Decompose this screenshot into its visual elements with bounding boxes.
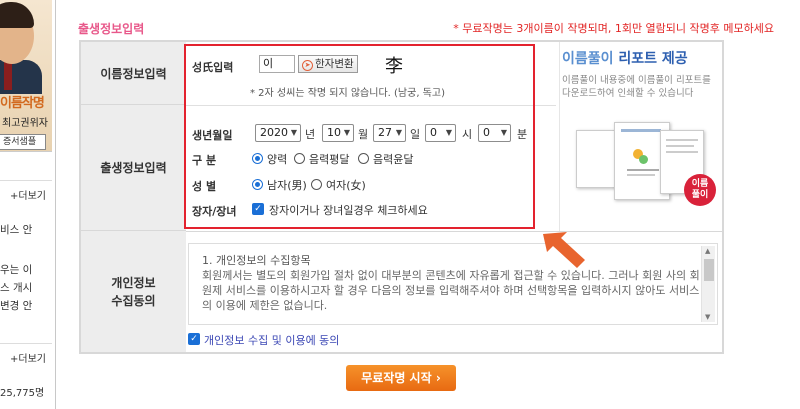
- report-line: [627, 169, 659, 171]
- banner-subtitle: 최고권위자: [2, 118, 48, 129]
- free-naming-start-button[interactable]: 무료작명 시작 ›: [346, 365, 456, 391]
- privacy-terms-box[interactable]: 1. 개인정보의 수집항목 회원께서는 별도의 회원가입 절차 없이 대부분의 …: [188, 243, 718, 325]
- section-title: 출생정보입력: [78, 22, 145, 36]
- banner-title: 이름작명: [0, 96, 45, 111]
- report-promo: 이름풀이 리포트 제공 이름풀이 내용중에 이름풀이 리포트를 다운로드하여 인…: [562, 46, 720, 226]
- banner-portrait-tie: [4, 62, 12, 90]
- privacy-consent-label: 개인정보 수집동의: [81, 231, 186, 352]
- visitor-count: 25,775명: [0, 388, 45, 399]
- sidebar-section-1-more-link[interactable]: +더보기: [10, 187, 46, 202]
- promo-description: 이름풀이 내용중에 이름풀이 리포트를 다운로드하여 인쇄할 수 있습니다: [562, 75, 711, 99]
- promo-title-light: 이름풀이: [562, 51, 614, 67]
- main-content: 출생정보입력 * 무료작명는 3개이름이 작명되며, 1회만 열람되니 작명후 …: [57, 0, 800, 409]
- column-divider: [559, 42, 560, 231]
- promo-title-bold: 리포트 제공: [618, 51, 688, 67]
- author-banner[interactable]: 이름작명 최고권위자 증서샘플: [0, 0, 52, 152]
- badge-label: 이름 풀이: [691, 179, 709, 200]
- scrollbar-thumb[interactable]: [704, 259, 714, 281]
- promo-title: 이름풀이 리포트 제공: [562, 48, 688, 68]
- sidebar-list-item[interactable]: 우는 이: [0, 262, 32, 277]
- report-line: [666, 145, 694, 147]
- pointer-arrow-icon: [543, 232, 585, 268]
- row-divider: [186, 231, 722, 232]
- sidebar-list-item[interactable]: 비스 안: [0, 222, 32, 237]
- name-report-badge: 이름 풀이: [684, 174, 716, 206]
- terms-scrollbar[interactable]: ▲ ▼: [701, 246, 715, 322]
- sidebar-section-1: +더보기: [0, 180, 52, 210]
- report-line: [621, 129, 661, 132]
- left-sidebar: 이름작명 최고권위자 증서샘플 +더보기 비스 안 우는 이 스 개시 변경 안…: [0, 0, 56, 409]
- sidebar-section-2: +더보기: [0, 343, 52, 373]
- report-line: [627, 174, 655, 176]
- name-info-label: 이름정보입력: [81, 42, 186, 105]
- sidebar-list-item[interactable]: 스 개시: [0, 280, 32, 295]
- report-line: [666, 151, 698, 153]
- free-naming-notice: * 무료작명는 3개이름이 작명되며, 1회만 열람되니 작명후 메모하세요: [453, 22, 774, 35]
- privacy-agree-label[interactable]: 개인정보 수집 및 이용에 동의: [204, 332, 339, 348]
- banner-portrait-hair: [0, 2, 34, 28]
- privacy-terms-title: 1. 개인정보의 수집항목: [202, 254, 311, 267]
- sidebar-section-2-more-link[interactable]: +더보기: [10, 350, 46, 365]
- scroll-up-icon[interactable]: ▲: [705, 247, 710, 255]
- report-dot-icon: [639, 155, 648, 164]
- certificate-sample-button[interactable]: 증서샘플: [0, 134, 46, 150]
- report-line: [666, 139, 698, 141]
- privacy-terms-body: 회원께서는 별도의 회원가입 절차 없이 대부분의 콘텐츠에 자유롭게 접근할 …: [202, 269, 700, 312]
- scroll-down-icon[interactable]: ▼: [705, 313, 710, 321]
- sidebar-list-item[interactable]: 변경 안: [0, 298, 32, 313]
- highlight-box: [184, 44, 535, 229]
- birth-info-label: 출생정보입력: [81, 105, 186, 231]
- privacy-agree-checkbox[interactable]: ✓: [188, 333, 200, 345]
